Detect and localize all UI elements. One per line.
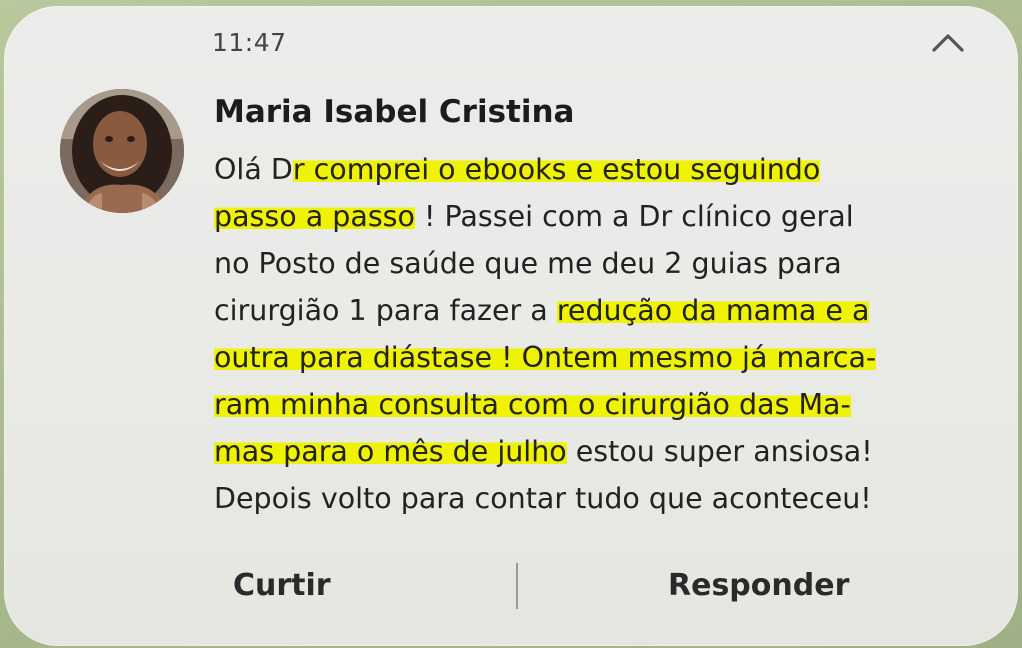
sender-name: Maria Isabel Cristina (214, 94, 575, 130)
message-line: mas para o mês de julho estou super ansi… (214, 428, 1004, 475)
message-line: Olá Dr comprei o ebooks e estou seguindo (214, 146, 1004, 193)
message-line: passo a passo ! Passei com a Dr clínico … (214, 193, 1004, 240)
highlighted-text: ram minha consulta com o cirurgião das M… (214, 388, 851, 421)
action-divider (516, 563, 518, 609)
highlighted-text: mas para o mês de julho (214, 435, 567, 468)
message-text: no Posto de saúde que me deu 2 guias par… (214, 247, 842, 280)
message-body: Olá Dr comprei o ebooks e estou seguindo… (214, 146, 1004, 522)
like-button[interactable]: Curtir (233, 568, 331, 603)
reply-button[interactable]: Responder (668, 568, 849, 603)
message-line: Depois volto para contar tudo que aconte… (214, 475, 1004, 522)
chevron-up-icon[interactable] (928, 28, 968, 58)
message-line: ram minha consulta com o cirurgião das M… (214, 381, 1004, 428)
message-text: estou super ansiosa! (566, 435, 873, 468)
highlighted-text: r comprei o ebooks e estou seguindo (292, 153, 821, 186)
highlighted-text: redução da mama e a (556, 294, 870, 327)
highlighted-text: outra para diástase ! Ontem mesmo já mar… (214, 341, 877, 374)
notification-time: 11:47 (212, 28, 287, 57)
message-text: cirurgião 1 para fazer a (214, 294, 557, 327)
message-text: Olá D (214, 153, 293, 186)
highlighted-text: passo a passo (214, 200, 415, 233)
message-line: no Posto de saúde que me deu 2 guias par… (214, 240, 1004, 287)
notification-card[interactable]: 11:47 Maria Isabel Cristina Olá Dr compr… (4, 6, 1018, 646)
message-line: outra para diástase ! Ontem mesmo já mar… (214, 334, 1004, 381)
message-line: cirurgião 1 para fazer a redução da mama… (214, 287, 1004, 334)
message-text: ! Passei com a Dr clínico geral (414, 200, 854, 233)
message-text: Depois volto para contar tudo que aconte… (214, 482, 872, 515)
avatar (60, 89, 184, 213)
